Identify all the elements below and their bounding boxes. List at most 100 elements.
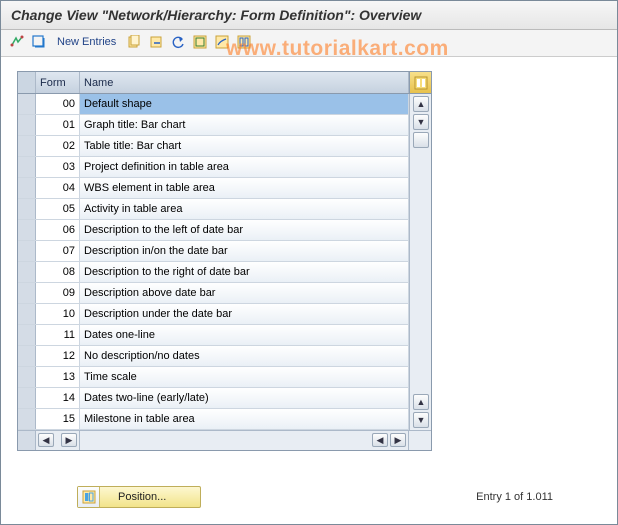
table-row[interactable]: 07Description in/on the date bar bbox=[18, 241, 431, 262]
row-selector[interactable] bbox=[18, 178, 36, 198]
row-selector[interactable] bbox=[18, 388, 36, 408]
position-label: Position... bbox=[100, 491, 200, 503]
content-area: Form Name 00Default shape01Graph title: … bbox=[1, 57, 617, 459]
table-settings-icon[interactable] bbox=[236, 34, 252, 50]
page-title: Change View "Network/Hierarchy: Form Def… bbox=[11, 7, 421, 23]
cell-name[interactable]: WBS element in table area bbox=[80, 178, 409, 198]
hscroll-left-icon[interactable]: ◀ bbox=[38, 433, 54, 447]
row-selector[interactable] bbox=[18, 136, 36, 156]
cell-form[interactable]: 06 bbox=[36, 220, 80, 240]
table-row[interactable]: 03Project definition in table area bbox=[18, 157, 431, 178]
cell-form[interactable]: 14 bbox=[36, 388, 80, 408]
cell-name[interactable]: Description under the date bar bbox=[80, 304, 409, 324]
cell-form[interactable]: 09 bbox=[36, 283, 80, 303]
position-icon bbox=[78, 487, 100, 507]
cell-name[interactable]: Description to the right of date bar bbox=[80, 262, 409, 282]
cell-name[interactable]: Graph title: Bar chart bbox=[80, 115, 409, 135]
row-selector[interactable] bbox=[18, 304, 36, 324]
table-row[interactable]: 00Default shape bbox=[18, 94, 431, 115]
cell-form[interactable]: 03 bbox=[36, 157, 80, 177]
new-entries-button[interactable]: New Entries bbox=[53, 34, 120, 50]
cell-form[interactable]: 15 bbox=[36, 409, 80, 429]
configure-columns-button[interactable] bbox=[409, 72, 431, 93]
row-selector[interactable] bbox=[18, 409, 36, 429]
table-row[interactable]: 14Dates two-line (early/late) bbox=[18, 388, 431, 409]
table-row[interactable]: 13Time scale bbox=[18, 367, 431, 388]
hscroll-left2-icon[interactable]: ◀ bbox=[372, 433, 388, 447]
vertical-scrollbar[interactable]: ▲ ▼ ▲ ▼ bbox=[409, 94, 431, 430]
row-selector[interactable] bbox=[18, 115, 36, 135]
row-selector[interactable] bbox=[18, 241, 36, 261]
table-row[interactable]: 12No description/no dates bbox=[18, 346, 431, 367]
cell-form[interactable]: 08 bbox=[36, 262, 80, 282]
cell-form[interactable]: 12 bbox=[36, 346, 80, 366]
table-row[interactable]: 15Milestone in table area bbox=[18, 409, 431, 430]
row-selector[interactable] bbox=[18, 157, 36, 177]
table-row[interactable]: 09Description above date bar bbox=[18, 283, 431, 304]
cell-form[interactable]: 02 bbox=[36, 136, 80, 156]
hscroll-right-icon[interactable]: ▶ bbox=[61, 433, 77, 447]
hscroll-right2-icon[interactable]: ▶ bbox=[390, 433, 406, 447]
hscroll-track-form[interactable]: ◀ ▶ bbox=[36, 431, 80, 450]
table-row[interactable]: 06Description to the left of date bar bbox=[18, 220, 431, 241]
column-header-name[interactable]: Name bbox=[80, 72, 409, 93]
row-selector[interactable] bbox=[18, 367, 36, 387]
table-row[interactable]: 02Table title: Bar chart bbox=[18, 136, 431, 157]
cell-form[interactable]: 05 bbox=[36, 199, 80, 219]
scroll-up-step-button[interactable]: ▲ bbox=[413, 394, 429, 410]
cell-form[interactable]: 07 bbox=[36, 241, 80, 261]
cell-name[interactable]: Description in/on the date bar bbox=[80, 241, 409, 261]
table-body: 00Default shape01Graph title: Bar chart0… bbox=[18, 94, 431, 430]
cell-name[interactable]: Milestone in table area bbox=[80, 409, 409, 429]
row-selector-header[interactable] bbox=[18, 72, 36, 93]
table: Form Name 00Default shape01Graph title: … bbox=[17, 71, 432, 451]
horizontal-scrollbar: ◀ ▶ ◀ ▶ bbox=[18, 430, 431, 450]
cell-name[interactable]: Project definition in table area bbox=[80, 157, 409, 177]
entry-counter: Entry 1 of 1.011 bbox=[476, 491, 553, 503]
row-selector[interactable] bbox=[18, 325, 36, 345]
row-selector[interactable] bbox=[18, 346, 36, 366]
scroll-thumb[interactable] bbox=[413, 132, 429, 148]
scroll-down-button[interactable]: ▼ bbox=[413, 412, 429, 428]
table-row[interactable]: 04WBS element in table area bbox=[18, 178, 431, 199]
copy-icon[interactable] bbox=[126, 34, 142, 50]
table-row[interactable]: 05Activity in table area bbox=[18, 199, 431, 220]
select-all-icon[interactable] bbox=[192, 34, 208, 50]
cell-form[interactable]: 11 bbox=[36, 325, 80, 345]
cell-name[interactable]: Default shape bbox=[80, 94, 409, 114]
position-button[interactable]: Position... bbox=[77, 486, 201, 508]
cell-form[interactable]: 10 bbox=[36, 304, 80, 324]
cell-form[interactable]: 00 bbox=[36, 94, 80, 114]
table-row[interactable]: 11Dates one-line bbox=[18, 325, 431, 346]
cell-name[interactable]: Description to the left of date bar bbox=[80, 220, 409, 240]
table-row[interactable]: 10Description under the date bar bbox=[18, 304, 431, 325]
deselect-all-icon[interactable] bbox=[214, 34, 230, 50]
scroll-up-button[interactable]: ▲ bbox=[413, 96, 429, 112]
scroll-down-step-button[interactable]: ▼ bbox=[413, 114, 429, 130]
cell-name[interactable]: Dates two-line (early/late) bbox=[80, 388, 409, 408]
cell-name[interactable]: Dates one-line bbox=[80, 325, 409, 345]
row-selector[interactable] bbox=[18, 94, 36, 114]
cell-form[interactable]: 01 bbox=[36, 115, 80, 135]
column-header-form[interactable]: Form bbox=[36, 72, 80, 93]
row-selector[interactable] bbox=[18, 220, 36, 240]
cell-form[interactable]: 04 bbox=[36, 178, 80, 198]
toggle-display-icon[interactable] bbox=[9, 34, 25, 50]
row-selector[interactable] bbox=[18, 283, 36, 303]
undo-icon[interactable] bbox=[170, 34, 186, 50]
hscroll-track-name[interactable]: ◀ ▶ bbox=[80, 431, 409, 450]
table-row[interactable]: 08Description to the right of date bar bbox=[18, 262, 431, 283]
row-selector[interactable] bbox=[18, 262, 36, 282]
cell-form[interactable]: 13 bbox=[36, 367, 80, 387]
cell-name[interactable]: Description above date bar bbox=[80, 283, 409, 303]
row-selector[interactable] bbox=[18, 199, 36, 219]
cell-name[interactable]: Time scale bbox=[80, 367, 409, 387]
cell-name[interactable]: No description/no dates bbox=[80, 346, 409, 366]
table-row[interactable]: 01Graph title: Bar chart bbox=[18, 115, 431, 136]
cell-name[interactable]: Activity in table area bbox=[80, 199, 409, 219]
cell-name[interactable]: Table title: Bar chart bbox=[80, 136, 409, 156]
expand-all-icon[interactable] bbox=[31, 34, 47, 50]
delete-icon[interactable] bbox=[148, 34, 164, 50]
hscroll-corner bbox=[18, 431, 36, 450]
footer: Position... Entry 1 of 1.011 bbox=[1, 486, 617, 508]
